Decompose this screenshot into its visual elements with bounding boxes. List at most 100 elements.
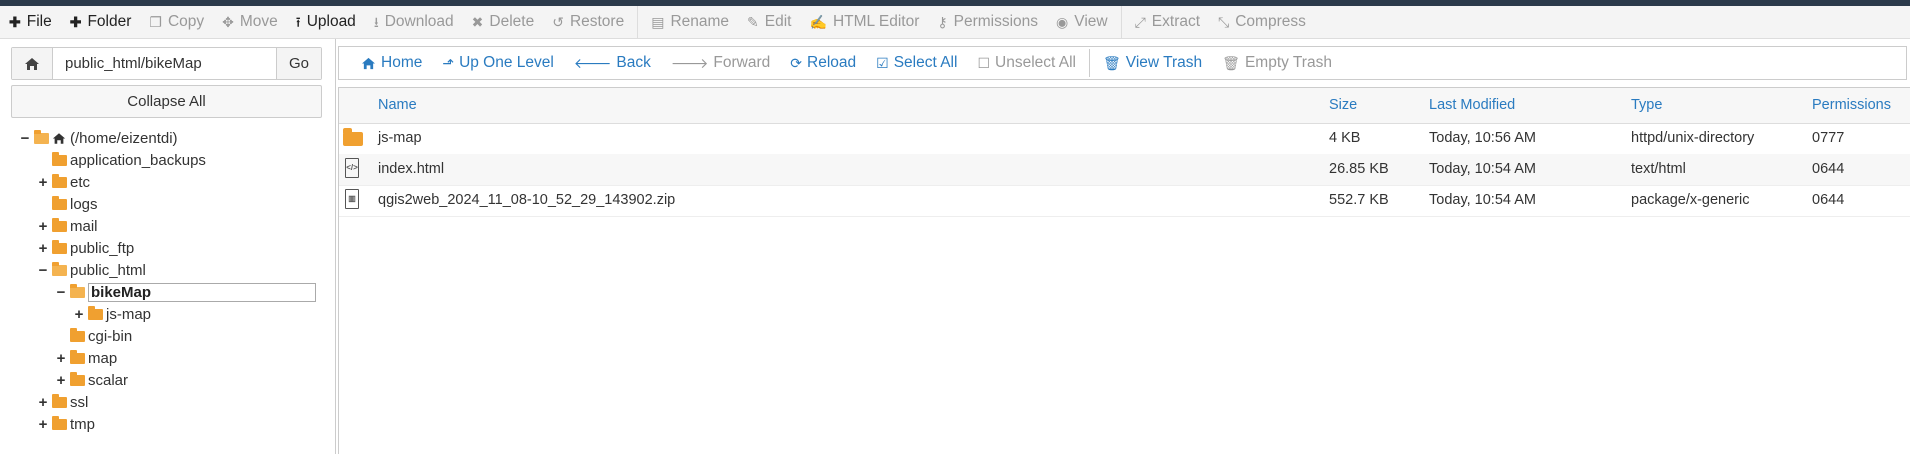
file-permissions: 0644 (1812, 192, 1845, 208)
path-input[interactable] (53, 48, 276, 79)
expand-toggle[interactable]: + (37, 218, 49, 235)
column-header-size[interactable]: Size (1329, 88, 1357, 123)
checkbox-empty-icon: ☐ (977, 55, 991, 71)
nav-bar: Home ⬏ Up One Level 🡐 Back 🡒 Forward ⟳ Reloa… (338, 46, 1907, 80)
empty-trash-button[interactable]: 🗑 Empty Trash (1212, 54, 1342, 72)
expand-toggle[interactable]: + (55, 372, 67, 389)
column-header-type[interactable]: Type (1631, 88, 1662, 123)
home-icon (52, 132, 66, 144)
new-folder-button[interactable]: ✚ Folder (61, 6, 141, 39)
download-icon: ⭳ (373, 14, 379, 30)
tree-item-public-ftp[interactable]: + public_ftp (37, 237, 134, 259)
tree-item-ssl[interactable]: + ssl (37, 391, 88, 413)
forward-button[interactable]: 🡒 Forward (661, 54, 780, 72)
folder-icon (52, 195, 67, 210)
path-home-button[interactable] (12, 48, 53, 79)
tree-item-etc[interactable]: + etc (37, 171, 90, 193)
compress-button[interactable]: ⤡ Compress (1209, 6, 1315, 39)
refresh-icon: ⟳ (790, 55, 802, 71)
column-header-name[interactable]: Name (378, 88, 417, 123)
trash-icon: 🗑 (1103, 55, 1121, 71)
expand-toggle[interactable]: + (37, 416, 49, 433)
zip-file-icon: ▥ (345, 189, 359, 209)
file-permissions: 0644 (1812, 161, 1845, 177)
tree-item-home[interactable]: − (/home/eizentdi) (19, 127, 178, 149)
restore-button[interactable]: ↺ Restore (543, 6, 633, 39)
home-icon (25, 57, 39, 70)
expand-toggle[interactable]: + (73, 306, 85, 323)
tree-item-mail[interactable]: + mail (37, 215, 98, 237)
extract-button[interactable]: ⤢ Extract (1126, 6, 1209, 39)
folder-icon (70, 327, 85, 342)
tree-item-scalar[interactable]: + scalar (55, 369, 128, 391)
trash-icon: 🗑 (1222, 55, 1240, 71)
collapse-all-button[interactable]: Collapse All (11, 85, 322, 118)
copy-button[interactable]: ❐ Copy (140, 6, 213, 39)
upload-icon: ⭱ (295, 14, 301, 30)
file-modified: Today, 10:54 AM (1429, 192, 1536, 208)
folder-open-icon (34, 129, 49, 144)
up-one-level-button[interactable]: ⬏ Up One Level (432, 54, 563, 72)
copy-icon: ❐ (149, 14, 162, 30)
reload-button[interactable]: ⟳ Reload (780, 54, 866, 72)
tree-item-tmp[interactable]: + tmp (37, 413, 95, 435)
back-button[interactable]: 🡐 Back (564, 54, 661, 72)
edit-button[interactable]: ✎ Edit (738, 6, 800, 39)
tree-item-public-html[interactable]: − public_html (37, 259, 146, 281)
move-icon: ✥ (222, 14, 234, 30)
tree-item-js-map[interactable]: + js-map (73, 303, 151, 325)
path-bar: Go (11, 47, 322, 80)
file-name: index.html (378, 161, 445, 177)
expand-toggle[interactable]: + (37, 240, 49, 257)
file-modified: Today, 10:54 AM (1429, 161, 1536, 177)
select-all-button[interactable]: ☑ Select All (866, 54, 967, 72)
go-button[interactable]: Go (276, 48, 321, 79)
rename-button[interactable]: ▤ Rename (642, 6, 738, 39)
move-button[interactable]: ✥ Move (213, 6, 287, 39)
folder-icon (88, 305, 103, 320)
tree-item-application-backups[interactable]: application_backups (37, 149, 206, 171)
html-editor-button[interactable]: ✍ HTML Editor (801, 6, 929, 39)
collapse-toggle[interactable]: − (55, 284, 67, 301)
folder-icon (52, 151, 67, 166)
checkbox-checked-icon: ☑ (876, 55, 889, 71)
collapse-toggle[interactable]: − (19, 130, 31, 147)
download-button[interactable]: ⭳ Download (365, 6, 463, 39)
folder-icon (343, 128, 363, 146)
file-type: text/html (1631, 161, 1686, 177)
table-header: Name Size Last Modified Type Permissions (339, 88, 1910, 124)
table-row[interactable]: js-map 4 KB Today, 10:56 AM httpd/unix-d… (339, 123, 1910, 155)
tree-item-logs[interactable]: logs (37, 193, 98, 215)
tree-item-bikemap[interactable]: − bikeMap (55, 281, 316, 303)
folder-icon (52, 173, 67, 188)
plus-icon: ✚ (69, 14, 82, 30)
folder-icon (52, 217, 67, 232)
compress-icon: ⤡ (1218, 14, 1230, 30)
home-button[interactable]: Home (351, 54, 432, 72)
view-button[interactable]: ◉ View (1047, 6, 1117, 39)
delete-button[interactable]: ✖ Delete (463, 6, 544, 39)
expand-toggle[interactable]: + (37, 174, 49, 191)
table-row[interactable]: ▥ qgis2web_2024_11_08-10_52_29_143902.zi… (339, 185, 1910, 217)
file-size: 26.85 KB (1329, 161, 1389, 177)
new-file-button[interactable]: ✚ File (0, 6, 61, 39)
column-header-permissions[interactable]: Permissions (1812, 88, 1891, 123)
table-row[interactable]: </> index.html 26.85 KB Today, 10:54 AM … (339, 154, 1910, 186)
unselect-all-button[interactable]: ☐ Unselect All (967, 54, 1086, 72)
column-header-last-modified[interactable]: Last Modified (1429, 88, 1515, 123)
view-trash-button[interactable]: 🗑 View Trash (1093, 54, 1212, 72)
folder-icon (52, 239, 67, 254)
permissions-button[interactable]: ⚷ Permissions (928, 6, 1047, 39)
tree-item-map[interactable]: + map (55, 347, 117, 369)
html-file-icon: </> (345, 158, 359, 178)
expand-toggle[interactable]: + (55, 350, 67, 367)
tree-item-cgi-bin[interactable]: cgi-bin (55, 325, 132, 347)
expand-toggle[interactable]: + (37, 394, 49, 411)
upload-button[interactable]: ⭱ Upload (287, 6, 365, 39)
arrow-left-icon: 🡐 (573, 55, 612, 71)
folder-icon (52, 393, 67, 408)
file-type: httpd/unix-directory (1631, 130, 1755, 146)
toolbar: ✚ File ✚ Folder ❐ Copy ✥ Move ⭱ Upload ⭳ Downl… (0, 5, 1910, 39)
collapse-toggle[interactable]: − (37, 262, 49, 279)
folder-open-icon (52, 261, 67, 276)
